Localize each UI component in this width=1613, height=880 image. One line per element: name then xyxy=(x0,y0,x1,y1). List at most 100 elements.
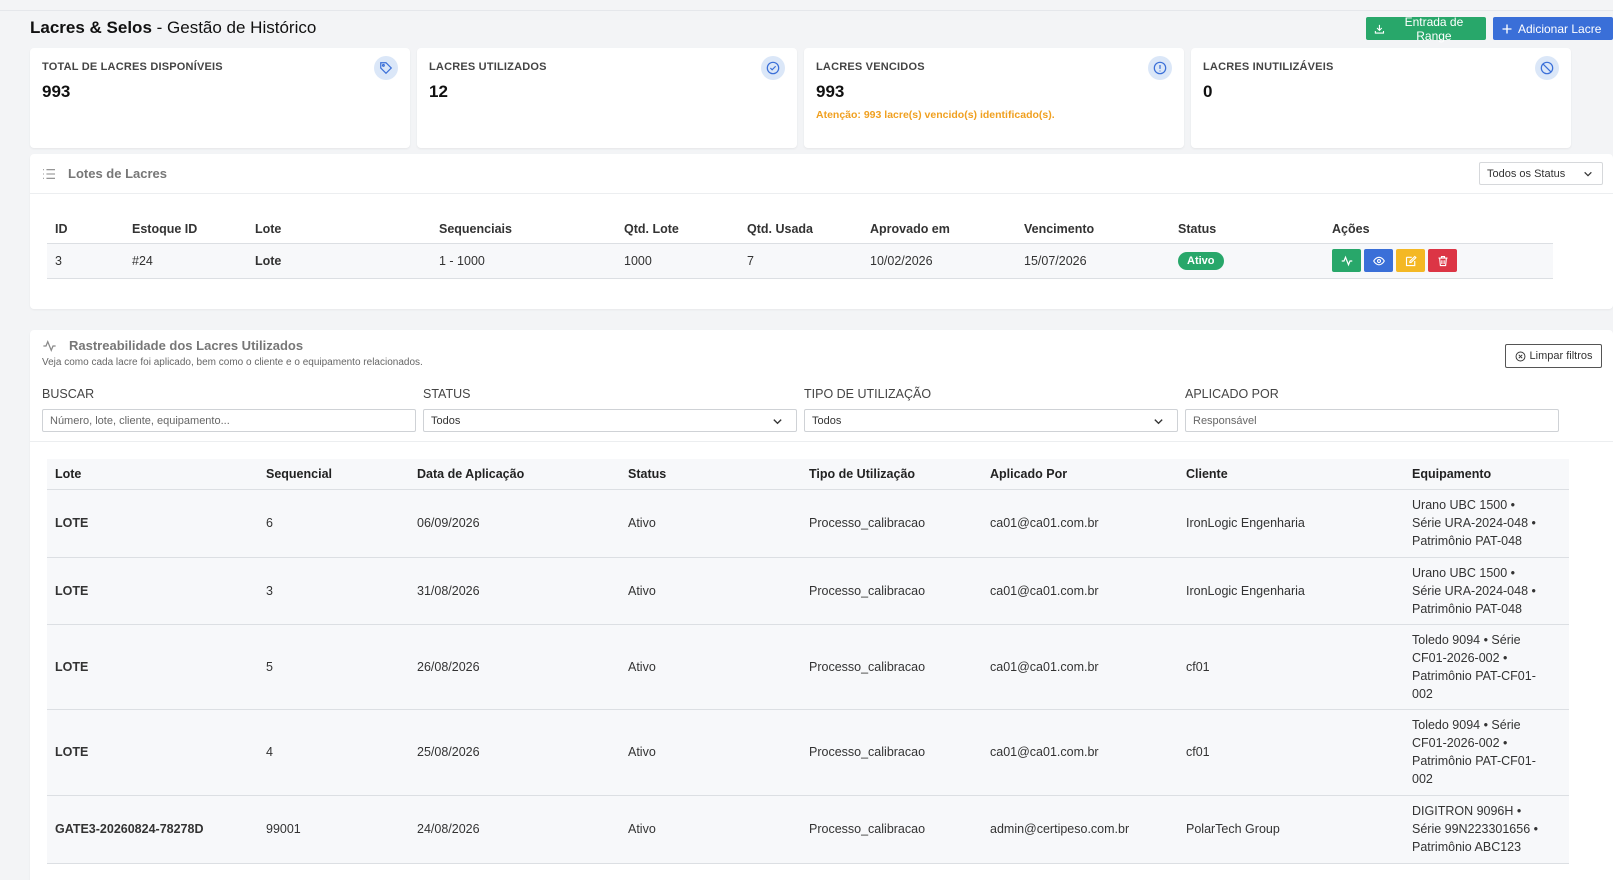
rastreabilidade-subtitle: Veja como cada lacre foi aplicado, bem c… xyxy=(42,357,423,368)
activity-button[interactable] xyxy=(1332,249,1361,272)
col-header: Estoque ID xyxy=(124,216,247,244)
page: Lacres & Selos - Gestão de Histórico Ent… xyxy=(30,11,1613,880)
list-icon xyxy=(42,168,55,179)
cell-qtd-lote: 1000 xyxy=(616,243,739,279)
cell-sequencial: 99001 xyxy=(258,795,409,864)
filter-label: BUSCAR xyxy=(42,387,95,401)
cell-aplicado: ca01@ca01.com.br xyxy=(982,489,1178,558)
stats-cards: TOTAL DE LACRES DISPONÍVEIS 993 LACRES U… xyxy=(30,48,1571,148)
col-header: Ações xyxy=(1324,216,1553,244)
rastreabilidade-header: Rastreabilidade dos Lacres Utilizados Ve… xyxy=(30,330,1613,442)
col-header: Lote xyxy=(47,459,258,490)
equip-line: Toledo 9094 • Série xyxy=(1412,718,1521,732)
table-row: LOTE 4 25/08/2026 Ativo Processo_calibra… xyxy=(47,709,1569,796)
col-header: Data de Aplicação xyxy=(409,459,620,490)
cell-tipo: Processo_calibracao xyxy=(801,709,982,796)
filter-label: STATUS xyxy=(423,387,471,401)
cell-lote: LOTE xyxy=(47,489,258,558)
col-header: Status xyxy=(620,459,801,490)
clear-filters-button[interactable]: Limpar filtros xyxy=(1505,344,1602,368)
cell-tipo: Processo_calibracao xyxy=(801,795,982,864)
rastreabilidade-table: Lote Sequencial Data de Aplicação Status… xyxy=(47,459,1569,864)
equip-line: CF01-2026-002 • xyxy=(1412,736,1508,750)
cell-qtd-usada: 7 xyxy=(739,243,862,279)
equip-line: Patrimônio PAT-CF01- xyxy=(1412,754,1536,768)
edit-button[interactable] xyxy=(1396,249,1425,272)
cell-lote: Lote xyxy=(247,243,431,279)
col-header: Cliente xyxy=(1178,459,1404,490)
cell-status: Ativo xyxy=(620,709,801,796)
cell-vencimento: 15/07/2026 xyxy=(1016,243,1170,279)
table-row: 3 #24 Lote 1 - 1000 1000 7 10/02/2026 15… xyxy=(47,243,1553,279)
info-icon xyxy=(1148,56,1172,80)
cell-aplicado: admin@certipeso.com.br xyxy=(982,795,1178,864)
table-header-row: Lote Sequencial Data de Aplicação Status… xyxy=(47,459,1569,490)
equip-line: Patrimônio PAT-048 xyxy=(1412,534,1523,548)
col-header: Vencimento xyxy=(1016,216,1170,244)
cell-data: 24/08/2026 xyxy=(409,795,620,864)
col-header: Status xyxy=(1170,216,1324,244)
adicionar-lacre-button[interactable]: Adicionar Lacre xyxy=(1493,17,1613,40)
col-header: Qtd. Usada xyxy=(739,216,862,244)
eye-icon xyxy=(1372,256,1385,265)
cell-sequencial: 5 xyxy=(258,624,409,710)
card-label: LACRES INUTILIZÁVEIS xyxy=(1203,61,1334,73)
trash-icon xyxy=(1438,255,1447,266)
cell-id: 3 xyxy=(47,243,124,279)
download-icon xyxy=(1374,24,1385,34)
cell-status: Ativo xyxy=(620,624,801,710)
lotes-panel-header: Lotes de Lacres Todos os Status xyxy=(30,154,1613,194)
cell-tipo: Processo_calibracao xyxy=(801,489,982,558)
cell-status: Ativo xyxy=(620,557,801,625)
cell-cliente: IronLogic Engenharia xyxy=(1178,557,1404,625)
status-select[interactable]: Todos xyxy=(423,409,797,432)
cell-cliente: IronLogic Engenharia xyxy=(1178,489,1404,558)
card-label: LACRES VENCIDOS xyxy=(816,61,925,73)
col-header: Qtd. Lote xyxy=(616,216,739,244)
chevron-down-icon xyxy=(1584,171,1592,177)
tipo-select[interactable]: Todos xyxy=(804,409,1178,432)
filter-tipo: TIPO DE UTILIZAÇÃO Todos xyxy=(804,387,1178,432)
equip-line: Série URA-2024-048 • xyxy=(1412,583,1536,598)
status-badge: Ativo xyxy=(1178,251,1224,270)
status-filter-select[interactable]: Todos os Status xyxy=(1479,162,1603,185)
card-value: 993 xyxy=(816,82,845,101)
x-circle-icon xyxy=(1515,351,1525,361)
card-value: 0 xyxy=(1203,82,1213,101)
table-row: GATE3-20260824-78278D 99001 24/08/2026 A… xyxy=(47,795,1569,864)
table-row: LOTE 5 26/08/2026 Ativo Processo_calibra… xyxy=(47,624,1569,710)
aplicado-por-input[interactable]: Responsável xyxy=(1185,409,1559,432)
warning-note: Atenção: 993 lacre(s) vencido(s) identif… xyxy=(816,109,1055,121)
filter-status: STATUS Todos xyxy=(423,387,797,432)
table-header-row: ID Estoque ID Lote Sequenciais Qtd. Lote… xyxy=(47,216,1553,244)
col-header: ID xyxy=(47,216,124,244)
equip-line: Urano UBC 1500 • xyxy=(1412,498,1516,512)
cell-aplicado: ca01@ca01.com.br xyxy=(982,624,1178,710)
cell-tipo: Processo_calibracao xyxy=(801,624,982,710)
col-header: Sequencial xyxy=(258,459,409,490)
activity-icon xyxy=(1341,255,1352,266)
card-total-disponiveis: TOTAL DE LACRES DISPONÍVEIS 993 xyxy=(30,48,410,148)
equip-line: DIGITRON 9096H • xyxy=(1412,804,1522,818)
cell-sequencial: 6 xyxy=(258,489,409,558)
cell-cliente: cf01 xyxy=(1178,709,1404,796)
page-header: Lacres & Selos - Gestão de Histórico Ent… xyxy=(30,11,1613,45)
card-utilizados: LACRES UTILIZADOS 12 xyxy=(417,48,797,148)
cell-equipamento: Toledo 9094 • Série CF01-2026-002 • Patr… xyxy=(1404,709,1569,796)
check-circle-icon xyxy=(761,56,785,80)
cell-equipamento: Toledo 9094 • Série CF01-2026-002 • Patr… xyxy=(1404,624,1569,710)
cell-estoque: #24 xyxy=(124,243,247,279)
delete-button[interactable] xyxy=(1428,249,1457,272)
cell-equipamento: Urano UBC 1500 • Série URA-2024-048 • Pa… xyxy=(1404,557,1569,625)
cell-data: 31/08/2026 xyxy=(409,557,620,625)
view-button[interactable] xyxy=(1364,249,1393,272)
tag-icon xyxy=(374,56,398,80)
search-input[interactable]: Número, lote, cliente, equipamento... xyxy=(42,409,416,432)
card-value: 993 xyxy=(42,82,71,101)
col-header: Sequenciais xyxy=(431,216,616,244)
cell-acoes xyxy=(1324,243,1553,279)
equip-line: 002 xyxy=(1412,772,1433,786)
entrada-range-button[interactable]: Entrada de Range xyxy=(1366,15,1486,43)
header-actions: Entrada de Range Adicionar Lacre xyxy=(1366,15,1613,43)
edit-icon xyxy=(1405,255,1417,266)
